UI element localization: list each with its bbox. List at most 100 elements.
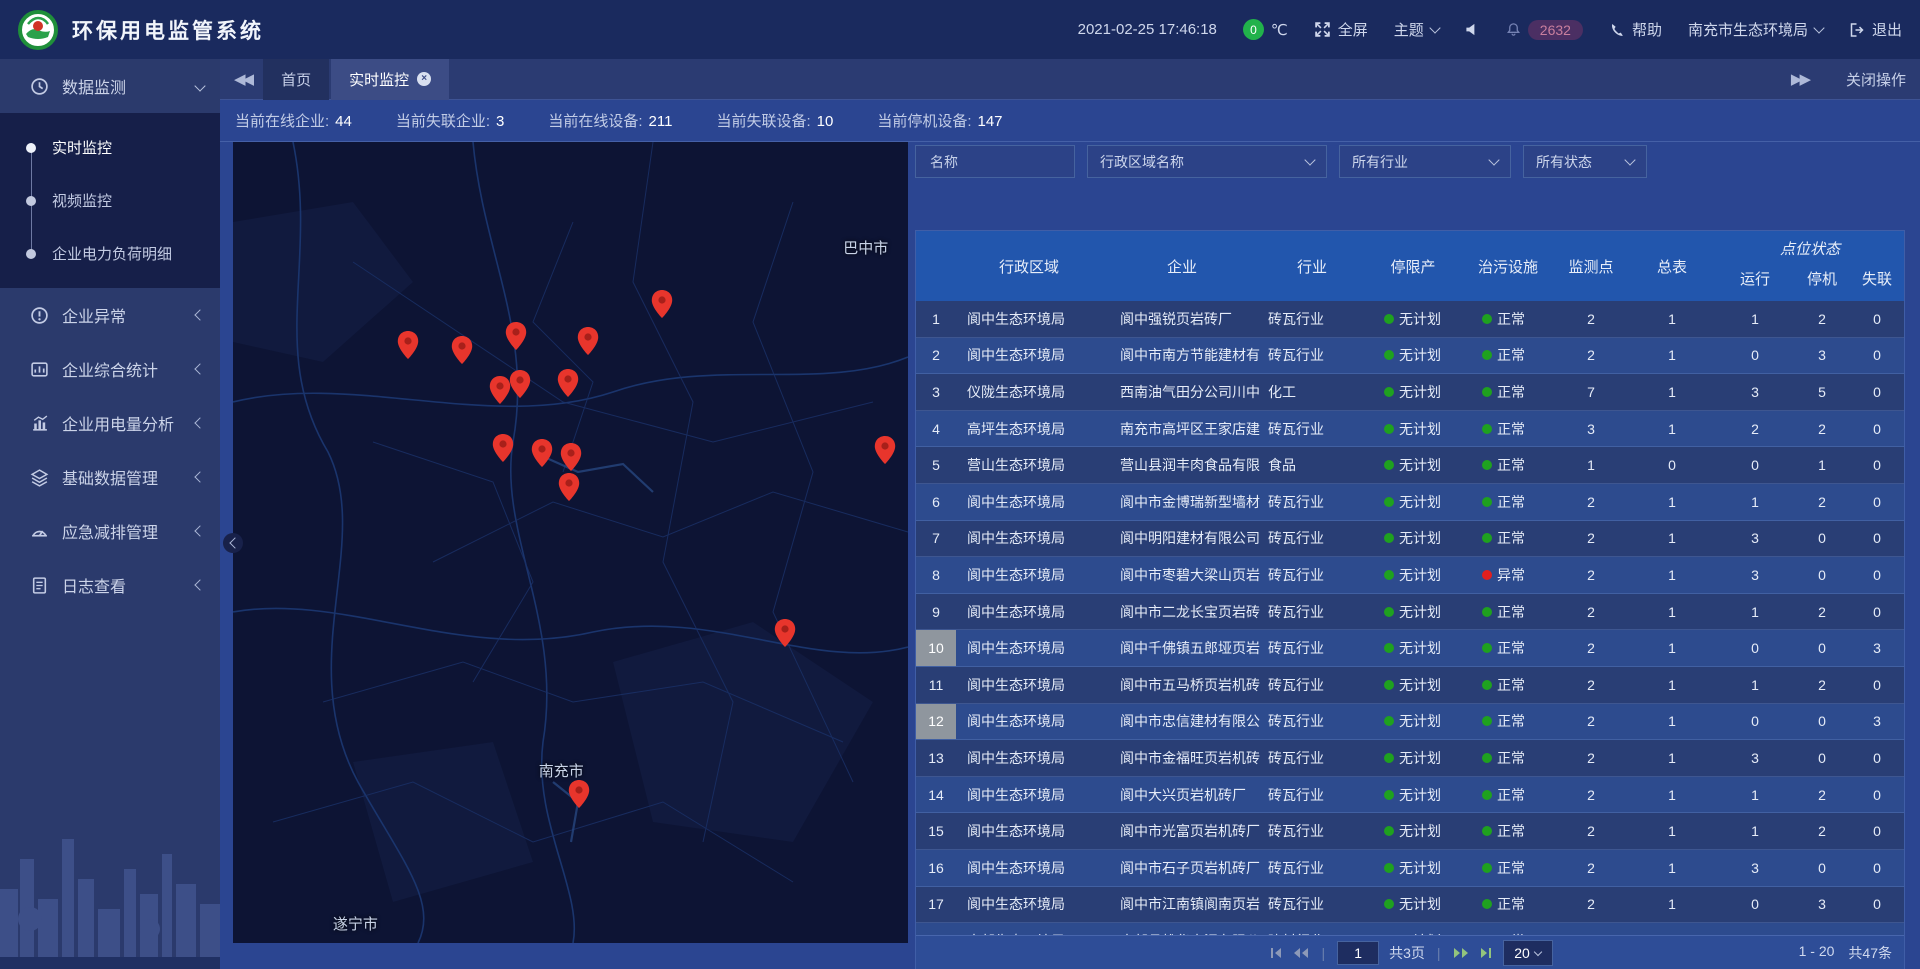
- cell-plan: 无计划: [1362, 557, 1464, 593]
- cell-industry: 砖瓦行业: [1262, 338, 1362, 374]
- cell-row-number: 13: [916, 740, 956, 776]
- cell-stop-count: 0: [1796, 704, 1848, 740]
- table-row[interactable]: 15阆中生态环境局阆中市光富页岩机砖厂砖瓦行业无计划正常21120: [916, 813, 1904, 850]
- sidebar-item-layers[interactable]: 基础数据管理: [0, 450, 220, 504]
- table-row[interactable]: 1阆中生态环境局阆中强锐页岩砖厂砖瓦行业无计划正常21120: [916, 301, 1904, 338]
- map-pin[interactable]: [509, 370, 531, 398]
- sidebar-subitem[interactable]: 视频监控: [0, 174, 220, 227]
- table-row[interactable]: 3仪陇生态环境局西南油气田分公司川中化工无计划正常71350: [916, 374, 1904, 411]
- table-row[interactable]: 14阆中生态环境局阆中大兴页岩机砖厂砖瓦行业无计划正常21120: [916, 777, 1904, 814]
- alert-icon: [30, 305, 50, 325]
- sidebar-item-alert[interactable]: 企业异常: [0, 288, 220, 342]
- map-pin[interactable]: [558, 473, 580, 501]
- org-dropdown[interactable]: 南充市生态环境局: [1688, 19, 1823, 40]
- sidebar-item-chart[interactable]: 企业用电量分析: [0, 396, 220, 450]
- table-row[interactable]: 6阆中生态环境局阆中市金博瑞新型墙材砖瓦行业无计划正常21120: [916, 484, 1904, 521]
- theme-dropdown[interactable]: 主题: [1394, 19, 1439, 40]
- table-row[interactable]: 10阆中生态环境局阆中千佛镇五郎垭页岩砖瓦行业无计划正常21003: [916, 630, 1904, 667]
- table-row[interactable]: 4高坪生态环境局南充市高坪区王家店建砖瓦行业无计划正常31220: [916, 411, 1904, 448]
- table-row[interactable]: 2阆中生态环境局阆中市南方节能建材有砖瓦行业无计划正常21030: [916, 338, 1904, 375]
- layers-icon: [30, 467, 50, 487]
- map-pin[interactable]: [577, 327, 599, 355]
- table-row[interactable]: 17阆中生态环境局阆中市江南镇阆南页岩砖瓦行业无计划正常21030: [916, 887, 1904, 924]
- status-stat: 当前在线设备:211: [548, 110, 672, 131]
- map-pin[interactable]: [531, 439, 553, 467]
- pagination-bar: | 1 共3页 | 20 1 - 20: [916, 935, 1905, 969]
- table-row[interactable]: 12阆中生态环境局阆中市忠信建材有限公砖瓦行业无计划正常21003: [916, 704, 1904, 741]
- last-page-button[interactable]: [1479, 947, 1493, 959]
- facility-status-dot-icon: [1482, 570, 1492, 580]
- cell-plan: 无计划: [1362, 411, 1464, 447]
- sidebar-item-stats[interactable]: 企业综合统计: [0, 342, 220, 396]
- sidebar-item-gauge[interactable]: 应急减排管理: [0, 504, 220, 558]
- help-button[interactable]: 帮助: [1609, 19, 1662, 40]
- status-stat: 当前停机设备:147: [877, 110, 1002, 131]
- cell-meter-count: 1: [1630, 850, 1714, 886]
- notification-badge[interactable]: 2632: [1506, 20, 1583, 40]
- tabs-scroll-right-button[interactable]: ▶▶: [1791, 70, 1808, 88]
- map-pin[interactable]: [568, 780, 590, 808]
- page-number-input[interactable]: 1: [1337, 941, 1379, 965]
- tab-close-icon[interactable]: ×: [417, 72, 431, 86]
- tab-item[interactable]: 首页: [263, 59, 329, 100]
- fullscreen-icon: [1314, 21, 1331, 38]
- region-filter-select[interactable]: 行政区域名称: [1087, 145, 1327, 178]
- close-operations-dropdown[interactable]: 关闭操作: [1846, 69, 1906, 90]
- status-filter-select[interactable]: 所有状态: [1523, 145, 1647, 178]
- tabs-scroll-left-button[interactable]: ◀◀: [234, 70, 251, 88]
- map-pin[interactable]: [874, 436, 896, 464]
- map-pin[interactable]: [397, 331, 419, 359]
- map-panel[interactable]: 巴中市南充市遂宁市: [233, 142, 908, 943]
- table-row[interactable]: 16阆中生态环境局阆中市石子页岩机砖厂砖瓦行业无计划正常21300: [916, 850, 1904, 887]
- cell-stop-count: 3: [1796, 338, 1848, 374]
- sidebar-item-label: 应急减排管理: [62, 519, 158, 543]
- sidebar-item-clock[interactable]: 数据监测: [0, 59, 220, 113]
- cell-company: 西南油气田分公司川中: [1102, 374, 1262, 410]
- fullscreen-button[interactable]: 全屏: [1314, 19, 1368, 40]
- sidebar-subitem[interactable]: 企业电力负荷明细: [0, 227, 220, 280]
- table-row[interactable]: 8阆中生态环境局阆中市枣碧大梁山页岩砖瓦行业无计划异常21300: [916, 557, 1904, 594]
- logout-button[interactable]: 退出: [1849, 19, 1902, 40]
- map-pin[interactable]: [557, 369, 579, 397]
- cell-lost-count: 0: [1848, 850, 1905, 886]
- cell-meter-count: 1: [1630, 338, 1714, 374]
- cell-plan: 无计划: [1362, 777, 1464, 813]
- previous-page-button[interactable]: [1293, 947, 1309, 959]
- filter-bar: 行政区域名称 所有行业 所有状态: [915, 145, 1905, 178]
- cell-plan: 无计划: [1362, 374, 1464, 410]
- skyline-decoration-icon: [0, 799, 220, 969]
- cell-plan: 无计划: [1362, 704, 1464, 740]
- map-collapse-button[interactable]: [223, 533, 243, 553]
- cell-row-number: 17: [916, 887, 956, 923]
- tab-active[interactable]: 实时监控×: [331, 59, 449, 100]
- map-pin[interactable]: [505, 322, 527, 350]
- bell-icon: [1506, 22, 1521, 37]
- table-row[interactable]: 13阆中生态环境局阆中市金福旺页岩机砖砖瓦行业无计划正常21300: [916, 740, 1904, 777]
- chevron-down-icon: [1304, 154, 1315, 165]
- table-row[interactable]: 7阆中生态环境局阆中明阳建材有限公司砖瓦行业无计划正常21300: [916, 521, 1904, 558]
- mute-button[interactable]: [1465, 22, 1480, 37]
- map-pin[interactable]: [451, 336, 473, 364]
- cell-row-number: 5: [916, 447, 956, 483]
- cell-facility: 正常: [1464, 411, 1552, 447]
- table-row[interactable]: 11阆中生态环境局阆中市五马桥页岩机砖砖瓦行业无计划正常21120: [916, 667, 1904, 704]
- cell-lost-count: 3: [1848, 704, 1905, 740]
- industry-filter-select[interactable]: 所有行业: [1339, 145, 1511, 178]
- sidebar-item-log[interactable]: 日志查看: [0, 558, 220, 612]
- cell-region: 阆中生态环境局: [956, 484, 1102, 520]
- plan-status-dot-icon: [1384, 460, 1394, 470]
- sidebar-subitem[interactable]: 实时监控: [0, 121, 220, 174]
- table-row[interactable]: 9阆中生态环境局阆中市二龙长宝页岩砖砖瓦行业无计划正常21120: [916, 594, 1904, 631]
- first-page-button[interactable]: [1269, 947, 1283, 959]
- map-pin[interactable]: [774, 619, 796, 647]
- map-pin[interactable]: [492, 434, 514, 462]
- stat-value: 147: [978, 113, 1003, 130]
- map-pin[interactable]: [651, 290, 673, 318]
- cell-region: 阆中生态环境局: [956, 704, 1102, 740]
- next-page-button[interactable]: [1453, 947, 1469, 959]
- map-pin[interactable]: [560, 443, 582, 471]
- page-size-select[interactable]: 20: [1503, 940, 1553, 966]
- name-filter-input[interactable]: [928, 153, 1062, 171]
- name-filter-field[interactable]: [915, 145, 1075, 178]
- table-row[interactable]: 5营山生态环境局营山县润丰肉食品有限食品无计划正常10010: [916, 447, 1904, 484]
